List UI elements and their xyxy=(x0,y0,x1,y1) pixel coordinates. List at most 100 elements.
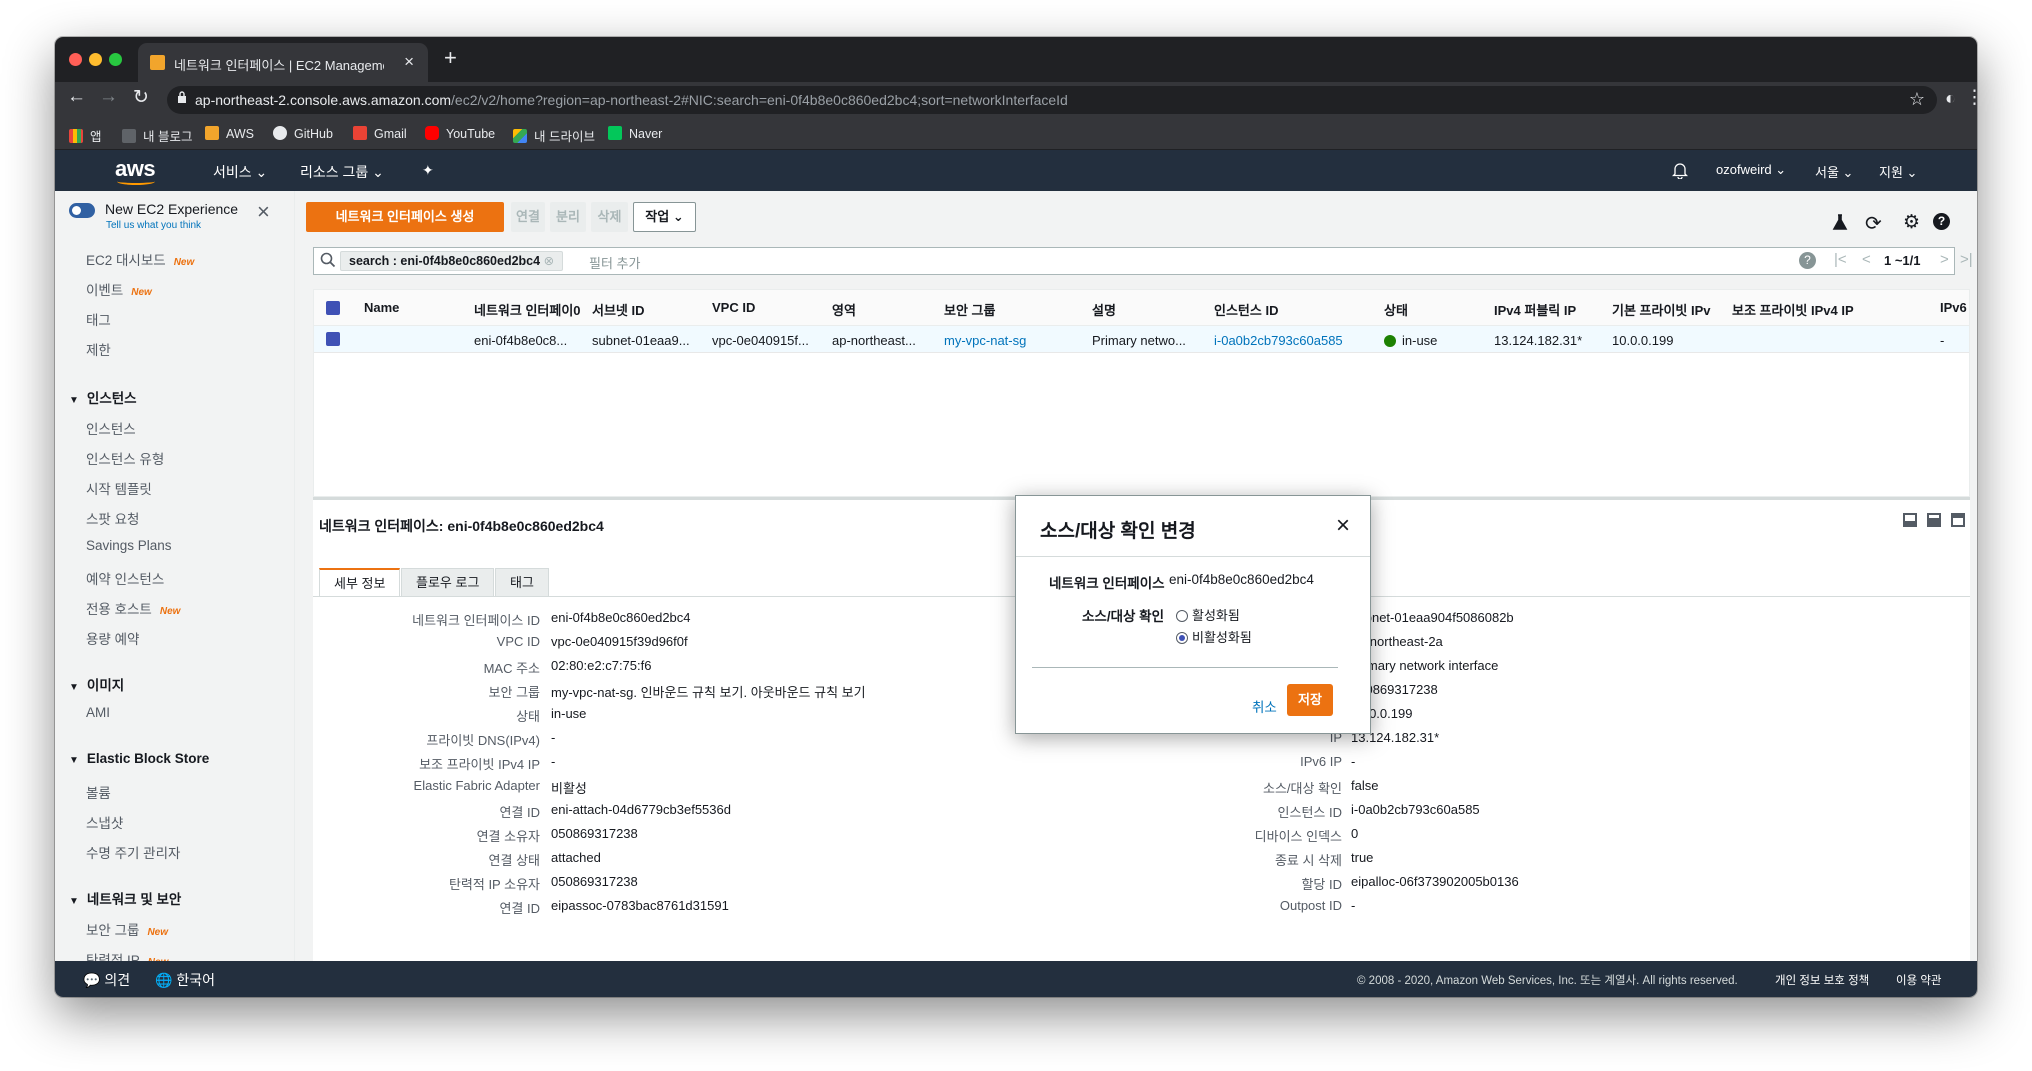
sidebar-item[interactable]: 볼륨 xyxy=(86,782,111,802)
column-header[interactable]: 기본 프라이빗 IPv xyxy=(1612,300,1727,319)
prev-page-icon[interactable]: < xyxy=(1862,251,1871,268)
privacy-link[interactable]: 개인 정보 보호 정책 xyxy=(1775,972,1869,988)
minimize-window-icon[interactable] xyxy=(89,53,102,66)
cancel-button[interactable]: 취소 xyxy=(1252,696,1277,716)
new-tab-icon[interactable]: + xyxy=(444,45,457,71)
bookmark-naver[interactable]: Naver xyxy=(608,126,662,141)
sidebar-item[interactable]: 이벤트 New xyxy=(86,279,152,299)
tab-flow-logs[interactable]: 플로우 로그 xyxy=(401,568,495,596)
actions-dropdown[interactable]: 작업 ⌄ xyxy=(633,202,696,232)
sidebar-item[interactable]: 스냅샷 xyxy=(86,812,123,832)
reload-icon[interactable]: ↻ xyxy=(133,86,149,109)
attach-button[interactable]: 연결 xyxy=(511,202,545,232)
last-page-icon[interactable]: >| xyxy=(1960,251,1973,268)
search-filter-chip[interactable]: search : eni-0f4b8e0c860ed2bc4 ⊗ xyxy=(340,251,564,271)
help-icon[interactable]: ? xyxy=(1933,213,1950,230)
forward-icon[interactable]: → xyxy=(99,86,118,108)
column-header[interactable]: IPv6 IP xyxy=(1940,300,1970,315)
sidebar-section-header[interactable]: ▼ 이미지 xyxy=(69,674,124,694)
bookmark-drive[interactable]: 내 드라이브 xyxy=(513,126,595,145)
sidebar-section-header[interactable]: ▼ 인스턴스 xyxy=(69,387,137,407)
sidebar-section-header[interactable]: ▼ Elastic Block Store xyxy=(69,751,209,766)
enabled-radio[interactable]: 활성화됨 xyxy=(1176,605,1240,624)
sidebar-item[interactable]: 전용 호스트 New xyxy=(86,598,180,618)
sidebar-item[interactable]: AMI xyxy=(86,705,110,720)
table-cell[interactable]: i-0a0b2cb793c60a585 xyxy=(1214,333,1374,348)
search-filter-bar[interactable]: search : eni-0f4b8e0c860ed2bc4 ⊗ 필터 추가 ?… xyxy=(313,247,1973,275)
sidebar-item[interactable]: 시작 템플릿 xyxy=(86,478,152,498)
sidebar-section-header[interactable]: ▼ 네트워크 및 보안 xyxy=(69,888,181,908)
sidebar-item[interactable]: 태그 xyxy=(86,309,111,329)
disabled-radio[interactable]: 비활성화됨 xyxy=(1176,627,1252,646)
bookmark-star-icon[interactable]: ☆ xyxy=(1909,89,1925,110)
sidebar-item[interactable]: 보안 그룹 New xyxy=(86,919,168,939)
tab-tags[interactable]: 태그 xyxy=(495,568,549,596)
bookmark-aws[interactable]: AWS xyxy=(205,126,254,141)
column-header[interactable]: 인스턴스 ID xyxy=(1214,300,1374,319)
pane-layout-icons[interactable] xyxy=(1903,513,1967,530)
region-menu[interactable]: 서울 ⌄ xyxy=(1815,162,1853,181)
services-menu[interactable]: 서비스 ⌄ xyxy=(213,162,267,182)
settings-gear-icon[interactable]: ⚙ xyxy=(1903,211,1920,234)
sidebar-item[interactable]: 인스턴스 유형 xyxy=(86,448,164,468)
extension-icon[interactable]: ◐ xyxy=(1945,88,1956,109)
select-all-checkbox[interactable] xyxy=(326,301,340,315)
tab-details[interactable]: 세부 정보 xyxy=(319,568,401,596)
column-header[interactable]: 영역 xyxy=(832,300,937,319)
column-header[interactable]: Name xyxy=(364,300,464,315)
sidebar-item[interactable]: 제한 xyxy=(86,339,111,359)
bookmark-apps[interactable]: 앱 xyxy=(69,126,102,145)
delete-button[interactable]: 삭제 xyxy=(591,202,628,232)
column-header[interactable]: 보안 그룹 xyxy=(944,300,1084,319)
browser-tab[interactable]: 네트워크 인터페이스 | EC2 Management × xyxy=(138,43,428,82)
menu-icon[interactable]: ⋮ xyxy=(1965,86,1977,109)
bell-icon[interactable] xyxy=(1671,162,1689,182)
sidebar-item[interactable]: Savings Plans xyxy=(86,538,172,553)
bookmark-blog[interactable]: 내 블로그 xyxy=(122,126,192,145)
enabled-radio-icon[interactable] xyxy=(1176,610,1188,622)
column-header[interactable]: VPC ID xyxy=(712,300,822,315)
filter-help-icon[interactable]: ? xyxy=(1799,252,1816,269)
column-header[interactable]: 상태 xyxy=(1384,300,1484,319)
terms-link[interactable]: 이용 약관 xyxy=(1896,972,1942,988)
experience-feedback-link[interactable]: Tell us what you think xyxy=(106,220,201,231)
row-checkbox[interactable] xyxy=(326,332,340,346)
first-page-icon[interactable]: |< xyxy=(1834,251,1847,268)
close-experience-icon[interactable]: × xyxy=(257,199,270,225)
add-filter-input[interactable]: 필터 추가 xyxy=(589,253,640,272)
remove-filter-icon[interactable]: ⊗ xyxy=(544,254,554,268)
close-window-icon[interactable] xyxy=(69,53,82,66)
refresh-icon[interactable]: ⟳ xyxy=(1865,211,1882,236)
detach-button[interactable]: 분리 xyxy=(550,202,586,232)
next-page-icon[interactable]: > xyxy=(1940,251,1949,268)
save-button[interactable]: 저장 xyxy=(1287,684,1333,716)
new-experience-toggle[interactable] xyxy=(69,203,95,218)
resource-groups-menu[interactable]: 리소스 그룹 ⌄ xyxy=(300,162,384,182)
detail-value[interactable]: i-0a0b2cb793c60a585 xyxy=(1351,802,1480,817)
sidebar-item[interactable]: 스팟 요청 xyxy=(86,508,139,528)
bookmark-gmail[interactable]: Gmail xyxy=(353,126,407,141)
language-selector[interactable]: 🌐 한국어 xyxy=(155,970,215,990)
sidebar-item[interactable]: EC2 대시보드 New xyxy=(86,249,194,269)
sidebar-item[interactable]: 인스턴스 xyxy=(86,418,136,438)
column-header[interactable]: 보조 프라이빗 IPv4 IP xyxy=(1732,300,1932,319)
maximize-window-icon[interactable] xyxy=(109,53,122,66)
bookmark-github[interactable]: GitHub xyxy=(273,126,333,141)
address-bar[interactable]: ap-northeast-2.console.aws.amazon.com/ec… xyxy=(167,86,1937,114)
support-menu[interactable]: 지원 ⌄ xyxy=(1879,162,1917,181)
table-cell[interactable]: my-vpc-nat-sg xyxy=(944,333,1084,348)
disabled-radio-icon[interactable] xyxy=(1176,632,1188,644)
close-tab-icon[interactable]: × xyxy=(404,52,414,72)
back-icon[interactable]: ← xyxy=(67,86,86,108)
column-header[interactable]: 네트워크 인터페이0 xyxy=(474,300,584,319)
detail-value[interactable]: my-vpc-nat-sg. 인바운드 규칙 보기. 아웃바운드 규칙 보기 xyxy=(551,682,866,701)
column-header[interactable]: 설명 xyxy=(1092,300,1207,319)
flask-icon[interactable] xyxy=(1832,214,1848,234)
column-header[interactable]: 서브넷 ID xyxy=(592,300,702,319)
sidebar-item[interactable]: 수명 주기 관리자 xyxy=(86,842,180,862)
feedback-link[interactable]: 💬 의견 xyxy=(83,970,130,990)
sidebar-item[interactable]: 용량 예약 xyxy=(86,628,139,648)
pin-icon[interactable]: ✦ xyxy=(422,162,434,179)
close-dialog-icon[interactable]: × xyxy=(1336,512,1350,540)
bookmark-youtube[interactable]: YouTube xyxy=(425,126,495,141)
